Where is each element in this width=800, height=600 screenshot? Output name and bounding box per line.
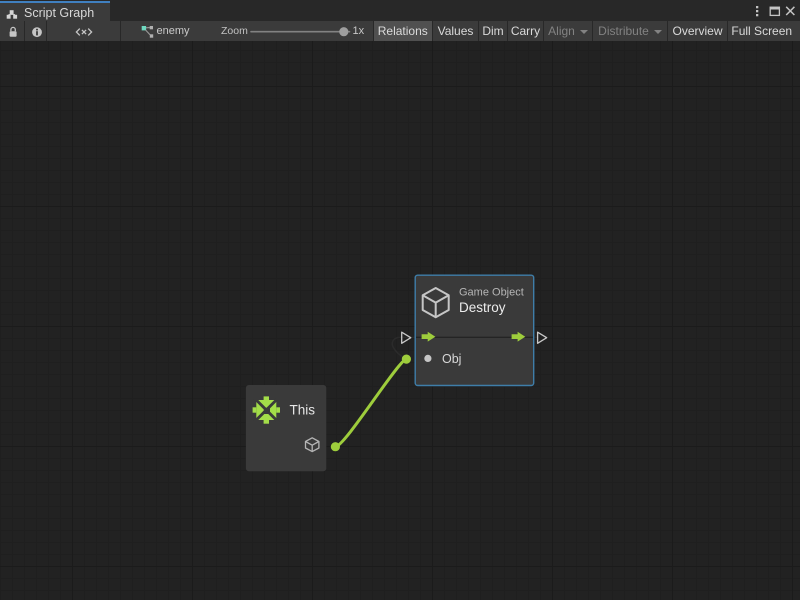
svg-text:This: This xyxy=(290,402,316,417)
svg-text:Game Object: Game Object xyxy=(459,287,524,299)
svg-text:Obj: Obj xyxy=(442,352,461,366)
svg-text:Destroy: Destroy xyxy=(459,300,506,315)
